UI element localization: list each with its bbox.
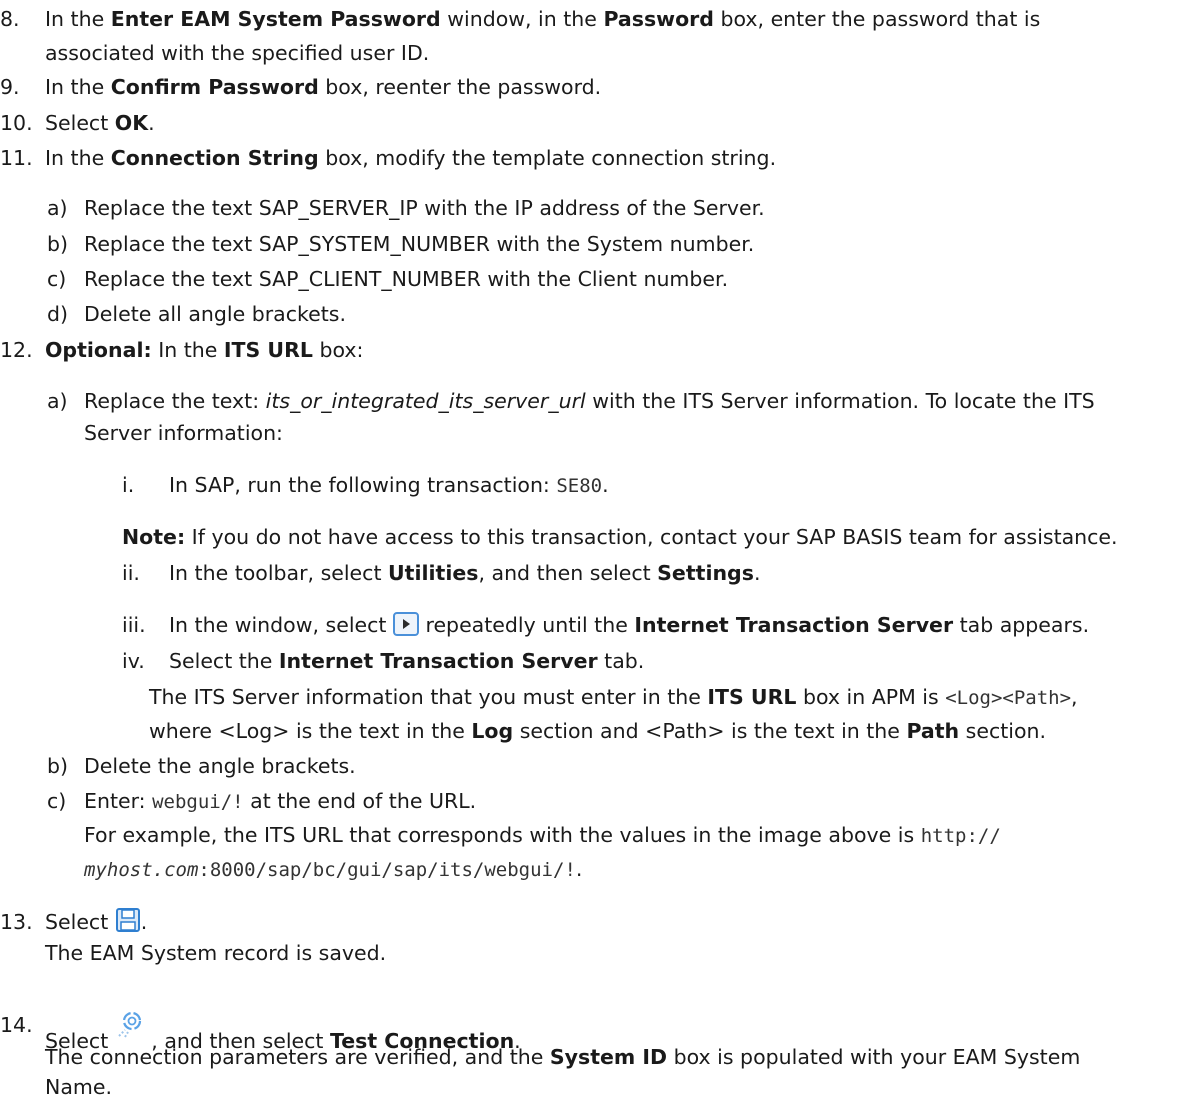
step-number: 8. [0,7,20,31]
next-arrow-icon [392,612,419,644]
save-disk-icon [115,907,141,941]
